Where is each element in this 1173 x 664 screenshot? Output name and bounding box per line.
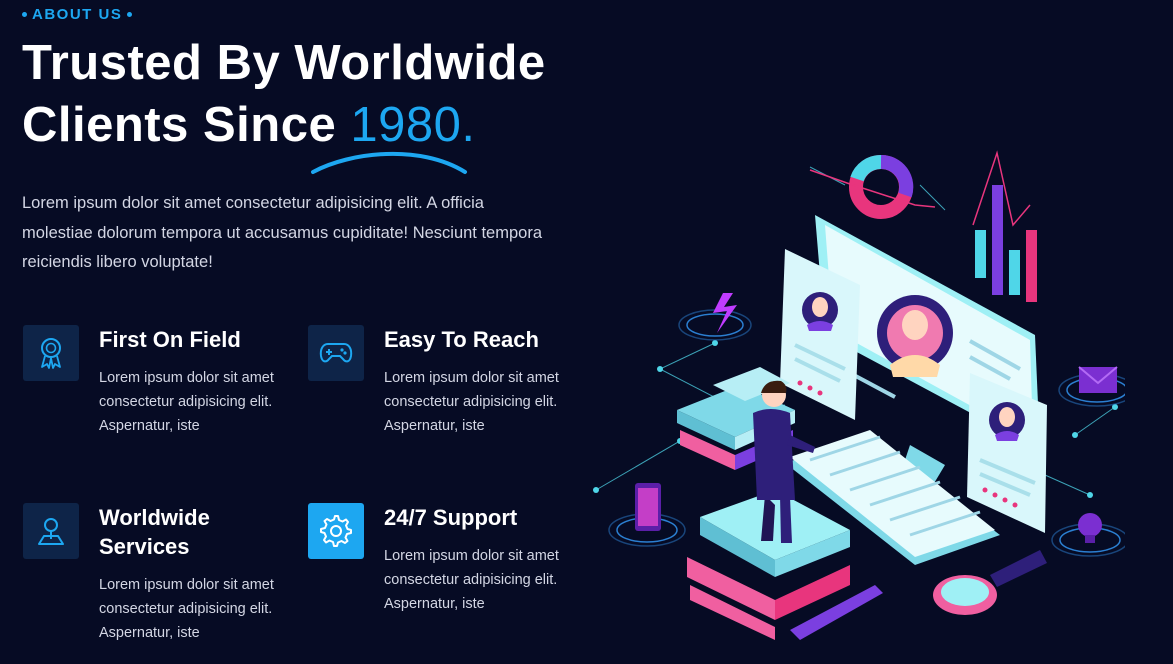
award-badge-icon [23,325,79,381]
title-line-2: Clients Since [22,98,351,152]
map-pin-icon [23,503,79,559]
eyebrow: ABOUT US [22,6,133,23]
gamepad-icon [308,325,364,381]
feature-title: 24/7 Support [384,505,518,530]
eyebrow-dot-right [127,12,133,17]
title-accent-year: 1980. [350,98,476,152]
page-title: Trusted By Worldwide Clients Since 1980. [22,32,546,156]
feature-worldwide-services: Worldwide Services Lorem ipsum dolor sit… [23,503,293,648]
title-underline-swoosh [311,151,467,174]
feature-247-support: 24/7 Support Lorem ipsum dolor sit amet … [308,503,578,623]
feature-first-on-field: First On Field Lorem ipsum dolor sit ame… [23,325,293,445]
intro-paragraph: Lorem ipsum dolor sit amet consectetur a… [22,194,542,271]
eyebrow-dot-left [22,12,27,17]
hero-illustration [593,150,1125,640]
feature-title: Worldwide Services [99,505,210,559]
eyebrow-label: ABOUT US [32,6,123,23]
feature-title: First On Field [99,327,241,352]
feature-description: Lorem ipsum dolor sit amet consectetur a… [384,548,559,612]
feature-description: Lorem ipsum dolor sit amet consectetur a… [99,370,274,434]
feature-title: Easy To Reach [384,327,539,352]
feature-description: Lorem ipsum dolor sit amet consectetur a… [99,577,274,641]
feature-easy-to-reach: Easy To Reach Lorem ipsum dolor sit amet… [308,325,578,445]
feature-description: Lorem ipsum dolor sit amet consectetur a… [384,370,559,434]
title-line-1: Trusted By Worldwide [22,36,546,90]
gear-icon [308,503,364,559]
